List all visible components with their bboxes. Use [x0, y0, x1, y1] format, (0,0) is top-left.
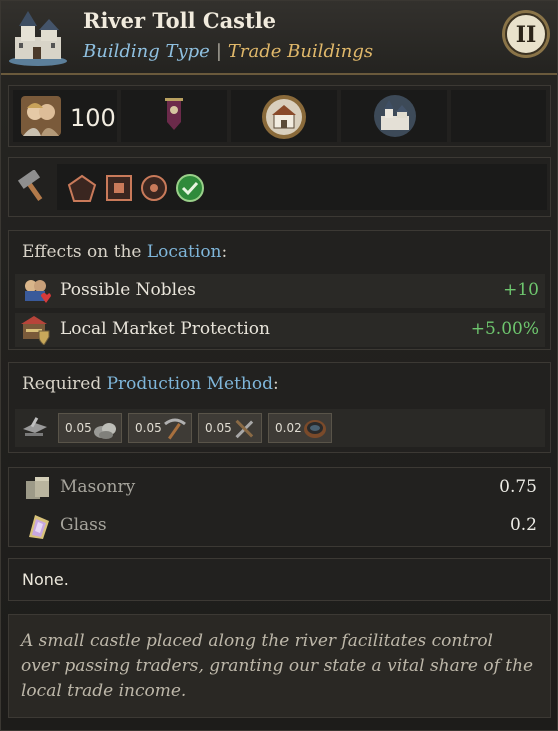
description-text: A small castle placed along the river fa… [21, 631, 534, 701]
input-chip-tools[interactable]: 0.05 [198, 413, 262, 443]
production-method-icon[interactable] [21, 415, 49, 441]
square-slot-icon[interactable] [105, 174, 133, 202]
effect-label: Possible Nobles [60, 280, 196, 300]
material-value: 0.2 [509, 515, 537, 535]
material-row-masonry[interactable]: Masonry 0.75 [15, 471, 545, 505]
pickaxe-icon [164, 418, 186, 440]
building-subtitle: Building Type | Trade Buildings [83, 41, 373, 62]
building-type-key[interactable]: Building Type [83, 41, 210, 62]
production-title-link[interactable]: Production Method [107, 374, 273, 394]
input-qty: 0.02 [275, 421, 302, 435]
circle-slot-icon[interactable] [140, 174, 168, 202]
effect-value: +10 [503, 280, 539, 300]
building-title: River Toll Castle [83, 8, 277, 33]
effects-title-link[interactable]: Location [147, 242, 222, 262]
nobles-portrait-icon [21, 96, 61, 136]
glass-icon [29, 515, 49, 539]
banner-cell[interactable] [121, 90, 227, 142]
masonry-icon [26, 477, 49, 499]
level-numeral: II [516, 22, 537, 48]
input-qty: 0.05 [65, 421, 92, 435]
effect-row-possible-nobles[interactable]: Possible Nobles +10 [15, 274, 545, 308]
building-type-value[interactable]: Trade Buildings [228, 41, 373, 62]
description-section: A small castle placed along the river fa… [8, 614, 551, 718]
banner-icon [165, 98, 183, 130]
effects-title-suffix: : [221, 242, 228, 262]
estate-building-icon [262, 95, 306, 139]
materials-section: Masonry 0.75 Glass 0.2 [8, 467, 551, 547]
none-text: None. [22, 570, 69, 589]
castle-building-icon [374, 95, 416, 137]
castle-icon [9, 11, 67, 66]
tooltip-header: River Toll Castle Building Type | Trade Bu… [1, 1, 557, 75]
production-title-suffix: : [272, 374, 279, 394]
material-label: Glass [60, 515, 107, 535]
crossed-tools-icon [235, 419, 254, 439]
tags-row [8, 157, 551, 217]
production-title: Required Production Method: [22, 374, 279, 394]
production-title-prefix: Required [22, 374, 107, 394]
market-shield-icon [21, 316, 50, 345]
population-value: 100 [70, 104, 116, 132]
effect-label: Local Market Protection [60, 319, 270, 339]
stone-icon [94, 423, 116, 439]
effects-title-prefix: Effects on the [22, 242, 147, 262]
material-value: 0.75 [499, 477, 537, 497]
effects-title: Effects on the Location: [22, 242, 227, 262]
empty-cell [451, 90, 546, 142]
subtitle-separator: | [215, 41, 222, 62]
effects-section: Effects on the Location: Possible Nobles… [8, 230, 551, 350]
population-cell[interactable]: 100 [13, 90, 117, 142]
material-label: Masonry [60, 477, 136, 497]
none-section: None. [8, 558, 551, 601]
level-badge: II [502, 10, 550, 58]
stats-row: 100 [8, 85, 551, 147]
nobles-heart-icon [25, 280, 51, 303]
material-row-glass[interactable]: Glass 0.2 [15, 509, 545, 543]
hammer-icon[interactable] [17, 170, 51, 204]
input-chip-bowl[interactable]: 0.02 [268, 413, 332, 443]
pentagon-slot-icon[interactable] [67, 174, 97, 204]
input-chip-stone[interactable]: 0.05 [58, 413, 122, 443]
input-chip-pickaxe[interactable]: 0.05 [128, 413, 192, 443]
production-section: Required Production Method: 0.05 0.05 0.… [8, 362, 551, 453]
production-method-row: 0.05 0.05 0.05 0.02 [15, 409, 545, 447]
castle-building-cell[interactable] [341, 90, 447, 142]
input-qty: 0.05 [205, 421, 232, 435]
estate-cell[interactable] [231, 90, 337, 142]
bowl-icon [304, 420, 326, 438]
building-tooltip: River Toll Castle Building Type | Trade Bu… [0, 0, 558, 731]
input-qty: 0.05 [135, 421, 162, 435]
check-icon[interactable] [175, 173, 205, 203]
effect-row-local-market-protection[interactable]: Local Market Protection +5.00% [15, 313, 545, 347]
effect-value: +5.00% [470, 319, 539, 339]
